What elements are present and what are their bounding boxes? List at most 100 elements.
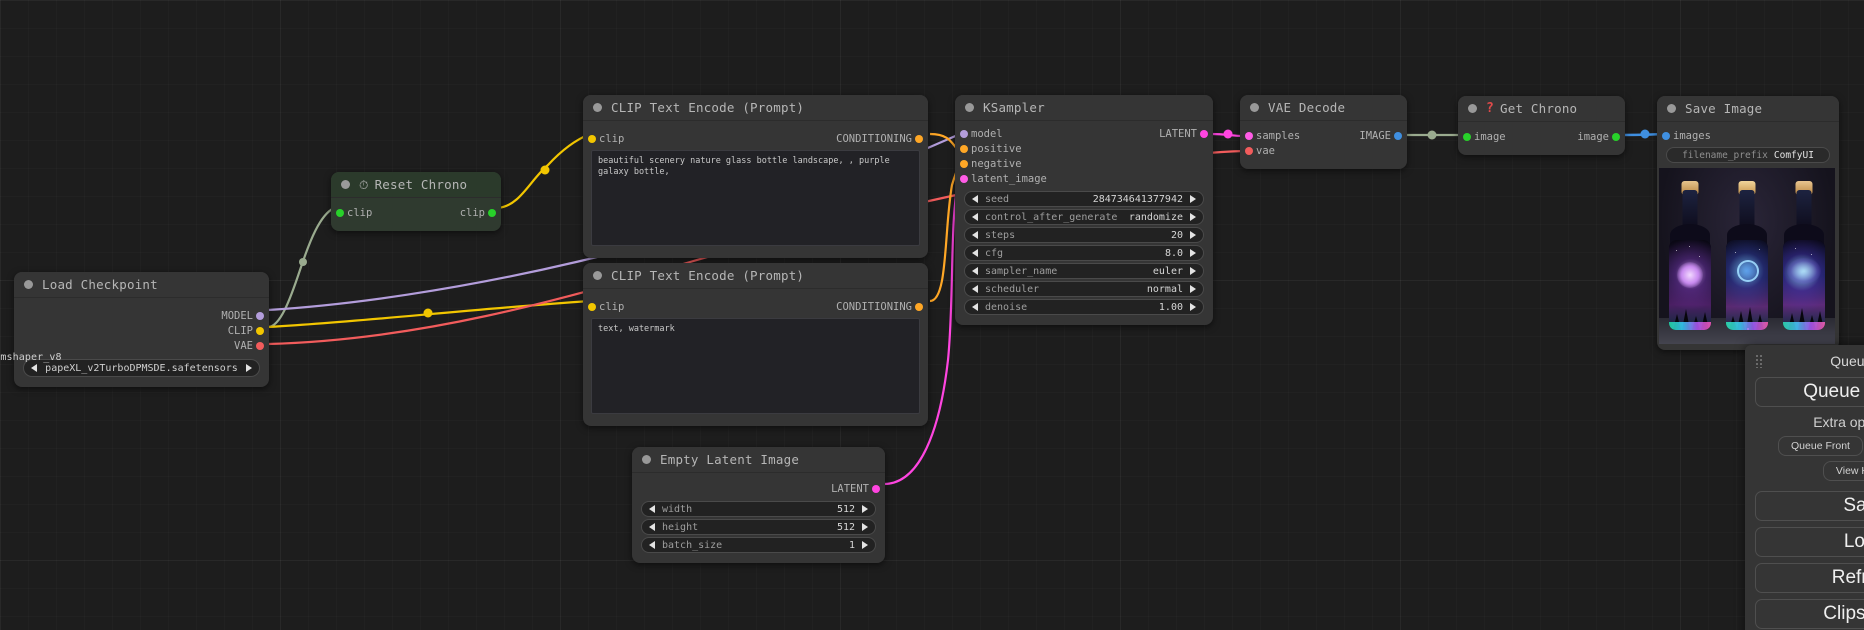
node-get-chrono[interactable]: ? Get Chrono image image: [1458, 96, 1625, 155]
port-row-latent-image[interactable]: latent_image: [955, 172, 1213, 186]
node-title-reset-chrono[interactable]: ⏱ Reset Chrono: [331, 172, 501, 198]
pin-latent-image-in-icon[interactable]: [960, 175, 968, 183]
queue-prompt-button[interactable]: Queue Prompt: [1755, 377, 1864, 407]
pin-images-in-icon[interactable]: [1662, 132, 1670, 140]
pin-clip-out-icon[interactable]: [488, 209, 496, 217]
prev-arrow-icon[interactable]: [972, 267, 978, 275]
drag-handle-icon[interactable]: [1755, 354, 1764, 368]
next-arrow-icon[interactable]: [1190, 285, 1196, 293]
pin-clip-icon[interactable]: [256, 327, 264, 335]
node-title-load-checkpoint[interactable]: Load Checkpoint: [14, 272, 269, 298]
pin-latent-out-icon[interactable]: [872, 485, 880, 493]
refresh-button[interactable]: Refresh: [1755, 563, 1864, 593]
pin-clip-in-icon[interactable]: [336, 209, 344, 217]
port-row-clip-cond[interactable]: clip CONDITIONING: [583, 300, 928, 314]
node-title-get-chrono[interactable]: ? Get Chrono: [1458, 96, 1625, 122]
output-port-clip[interactable]: CLIP: [14, 324, 269, 338]
node-title-ksampler[interactable]: KSampler: [955, 95, 1213, 121]
widget-seed[interactable]: seed 284734641377942: [964, 191, 1204, 207]
pin-image-out-icon[interactable]: [1612, 133, 1620, 141]
pin-vae-in-icon[interactable]: [1245, 147, 1253, 155]
prev-arrow-icon[interactable]: [972, 231, 978, 239]
save-button[interactable]: Save: [1755, 491, 1864, 521]
port-row-images[interactable]: images: [1657, 129, 1839, 143]
next-arrow-icon[interactable]: [1190, 249, 1196, 257]
pin-positive-in-icon[interactable]: [960, 145, 968, 153]
widget-control-after-generate[interactable]: control_after_generate randomize: [964, 209, 1204, 225]
file-buttons[interactable]: Save Load Refresh Clipspace: [1755, 491, 1864, 630]
prompt-textarea-negative[interactable]: text, watermark: [591, 318, 920, 414]
view-history-button[interactable]: View History: [1822, 461, 1864, 481]
pin-conditioning-out-icon[interactable]: [915, 303, 923, 311]
prev-arrow-icon[interactable]: [649, 541, 655, 549]
widget-batch-size[interactable]: batch_size 1: [641, 537, 876, 553]
next-arrow-icon[interactable]: [1190, 267, 1196, 275]
next-arrow-icon[interactable]: [246, 364, 252, 372]
next-arrow-icon[interactable]: [1190, 213, 1196, 221]
output-port-latent[interactable]: LATENT: [632, 482, 885, 496]
prev-arrow-icon[interactable]: [649, 505, 655, 513]
port-row-negative[interactable]: negative: [955, 157, 1213, 171]
next-arrow-icon[interactable]: [862, 541, 868, 549]
node-title-empty-latent[interactable]: Empty Latent Image: [632, 447, 885, 473]
widget-sampler-name[interactable]: sampler_name euler: [964, 263, 1204, 279]
pin-negative-in-icon[interactable]: [960, 160, 968, 168]
image-preview[interactable]: [1659, 168, 1835, 344]
comfyui-canvas[interactable]: Load Checkpoint MODEL CLIP VAE papeXL_v2…: [0, 0, 1864, 630]
collapse-dot-icon[interactable]: [1468, 104, 1477, 113]
node-reset-chrono[interactable]: ⏱ Reset Chrono clip clip: [331, 172, 501, 231]
pin-image-in-icon[interactable]: [1463, 133, 1471, 141]
pin-clip-in-icon[interactable]: [588, 303, 596, 311]
next-arrow-icon[interactable]: [1190, 195, 1196, 203]
node-load-checkpoint[interactable]: Load Checkpoint MODEL CLIP VAE papeXL_v2…: [14, 272, 269, 387]
prev-arrow-icon[interactable]: [649, 523, 655, 531]
pin-samples-in-icon[interactable]: [1245, 132, 1253, 140]
port-row-clip-cond[interactable]: clip CONDITIONING: [583, 132, 928, 146]
next-arrow-icon[interactable]: [1190, 231, 1196, 239]
collapse-dot-icon[interactable]: [593, 103, 602, 112]
node-title-save-image[interactable]: Save Image: [1657, 96, 1839, 122]
collapse-dot-icon[interactable]: [341, 180, 350, 189]
node-clip-text-encode-positive[interactable]: CLIP Text Encode (Prompt) clip CONDITION…: [583, 95, 928, 258]
prompt-textarea-positive[interactable]: beautiful scenery nature glass bottle la…: [591, 150, 920, 246]
node-vae-decode[interactable]: VAE Decode samples IMAGE vae: [1240, 95, 1407, 169]
pin-vae-icon[interactable]: [256, 342, 264, 350]
load-button[interactable]: Load: [1755, 527, 1864, 557]
port-row-clip[interactable]: clip clip: [331, 206, 501, 220]
prev-arrow-icon[interactable]: [972, 285, 978, 293]
prev-arrow-icon[interactable]: [972, 303, 978, 311]
node-clip-text-encode-negative[interactable]: CLIP Text Encode (Prompt) clip CONDITION…: [583, 263, 928, 426]
node-title-vae-decode[interactable]: VAE Decode: [1240, 95, 1407, 121]
queue-mini-buttons[interactable]: Queue Front View Queue: [1755, 436, 1864, 456]
prev-arrow-icon[interactable]: [972, 213, 978, 221]
port-row-positive[interactable]: positive: [955, 142, 1213, 156]
next-arrow-icon[interactable]: [862, 523, 868, 531]
collapse-dot-icon[interactable]: [1250, 103, 1259, 112]
port-row-model-latent[interactable]: model LATENT: [955, 127, 1213, 141]
node-title-clip-negative[interactable]: CLIP Text Encode (Prompt): [583, 263, 928, 289]
widget-width[interactable]: width 512: [641, 501, 876, 517]
queue-front-button[interactable]: Queue Front: [1778, 436, 1863, 456]
extra-options-row[interactable]: Extra options: [1755, 414, 1864, 430]
pin-model-icon[interactable]: [256, 312, 264, 320]
panel-header[interactable]: Queue size: 0: [1755, 351, 1864, 371]
port-row-vae[interactable]: vae: [1240, 144, 1407, 158]
widget-cfg[interactable]: cfg 8.0: [964, 245, 1204, 261]
collapse-dot-icon[interactable]: [593, 271, 602, 280]
port-row-image[interactable]: image image: [1458, 130, 1625, 144]
collapse-dot-icon[interactable]: [965, 103, 974, 112]
widget-denoise[interactable]: denoise 1.00: [964, 299, 1204, 315]
collapse-dot-icon[interactable]: [1667, 104, 1676, 113]
widget-filename-prefix[interactable]: filename_prefix ComfyUI: [1666, 147, 1830, 163]
pin-model-in-icon[interactable]: [960, 130, 968, 138]
node-title-clip-positive[interactable]: CLIP Text Encode (Prompt): [583, 95, 928, 121]
output-port-vae[interactable]: VAE: [14, 339, 269, 353]
pin-image-out-icon[interactable]: [1394, 132, 1402, 140]
prev-arrow-icon[interactable]: [972, 195, 978, 203]
widget-scheduler[interactable]: scheduler normal: [964, 281, 1204, 297]
pin-latent-out-icon[interactable]: [1200, 130, 1208, 138]
node-ksampler[interactable]: KSampler model LATENT positive negative …: [955, 95, 1213, 325]
collapse-dot-icon[interactable]: [24, 280, 33, 289]
pin-conditioning-out-icon[interactable]: [915, 135, 923, 143]
view-history-row[interactable]: View History: [1755, 461, 1864, 481]
